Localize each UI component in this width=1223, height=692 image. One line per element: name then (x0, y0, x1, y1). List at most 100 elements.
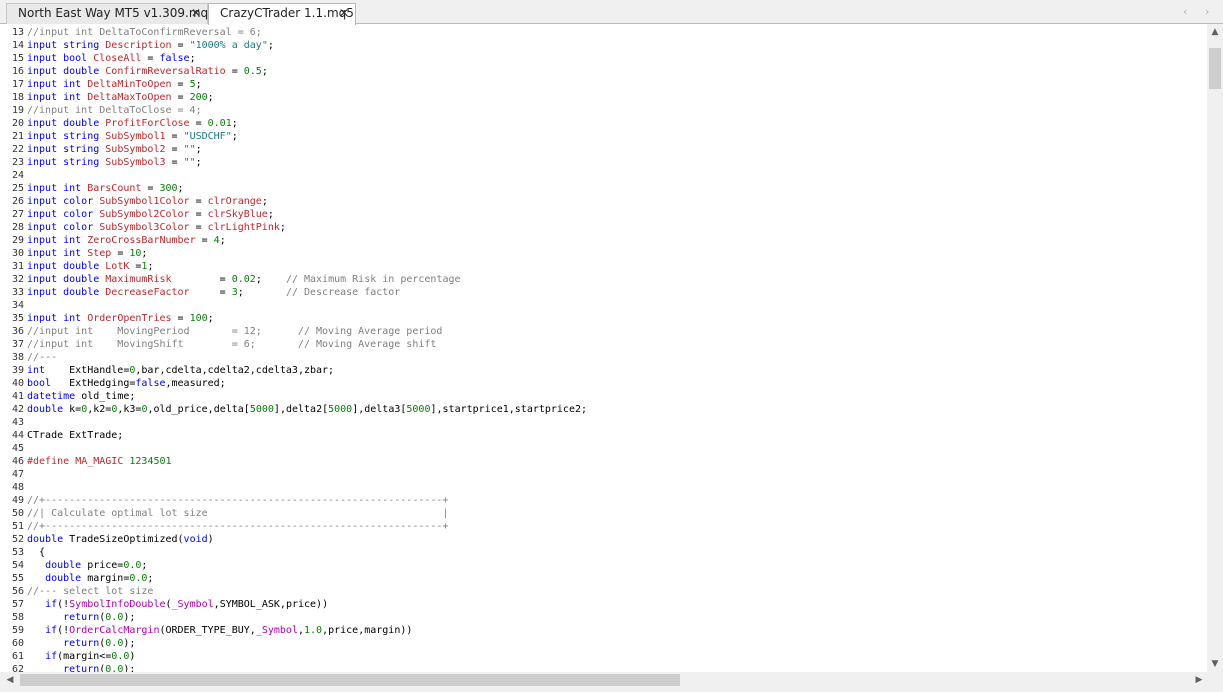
close-icon[interactable]: ✕ (339, 4, 349, 23)
code-token: "1000% a day" (189, 40, 268, 51)
code-token: = (189, 196, 208, 207)
code-line[interactable]: 36//input int MovingPeriod = 12; // Movi… (0, 325, 1207, 338)
code-line[interactable]: 50//| Calculate optimal lot size | (0, 507, 1207, 520)
tab-scroll-right-icon[interactable]: › (1205, 5, 1209, 18)
code-line[interactable]: 62 return(0.0); (0, 663, 1207, 672)
scroll-up-icon[interactable]: ▲ (1207, 25, 1223, 39)
code-line[interactable]: 23 input string SubSymbol3 = ""; (0, 156, 1207, 169)
line-code: return(0.0); (27, 611, 135, 624)
code-line[interactable]: 14 input string Description = "1000% a da… (0, 39, 1207, 52)
code-line[interactable]: 32 input double MaximumRisk = 0.02; // Ma… (0, 273, 1207, 286)
code-line[interactable]: 55 double margin=0.0; (0, 572, 1207, 585)
code-line[interactable]: 17 input int DeltaMinToOpen = 5; (0, 78, 1207, 91)
code-token: k= (63, 404, 82, 415)
code-line[interactable]: 19//input int DeltaToClose = 4; (0, 104, 1207, 117)
code-line[interactable]: 39 int ExtHandle=0,bar,cdelta,cdelta2,cde… (0, 364, 1207, 377)
code-token: ExtHedging= (51, 378, 136, 389)
code-line[interactable]: 22 input string SubSymbol2 = ""; (0, 143, 1207, 156)
code-line[interactable]: 40 bool ExtHedging=false,measured; (0, 377, 1207, 390)
code-line[interactable]: 47 (0, 468, 1207, 481)
horizontal-scroll-thumb[interactable] (20, 674, 680, 686)
code-line[interactable]: 60 return(0.0); (0, 637, 1207, 650)
close-icon[interactable]: ✕ (191, 4, 201, 23)
code-line[interactable]: 38//--- (0, 351, 1207, 364)
tab-north-east-way[interactable]: North East Way MT5 v1.309.mq5 ✕ (6, 3, 216, 24)
code-line[interactable]: 20 input double ProfitForClose = 0.01; (0, 117, 1207, 130)
code-line[interactable]: 51//+-----------------------------------… (0, 520, 1207, 533)
code-token: double (45, 573, 82, 584)
code-line[interactable]: 18 input int DeltaMaxToOpen = 200; (0, 91, 1207, 104)
code-line[interactable]: 56//--- select lot size (0, 585, 1207, 598)
code-token: clrOrange (207, 196, 262, 207)
code-line[interactable]: 58 return(0.0); (0, 611, 1207, 624)
code-line[interactable]: 52 double TradeSizeOptimized(void) (0, 533, 1207, 546)
code-line[interactable]: 27 input color SubSymbol2Color = clrSkyBl… (0, 208, 1207, 221)
code-line[interactable]: 31 input double LotK =1; (0, 260, 1207, 273)
code-line[interactable]: 35 input int OrderOpenTries = 100; (0, 312, 1207, 325)
code-line[interactable]: 45 (0, 442, 1207, 455)
scroll-left-icon[interactable]: ◀ (2, 673, 18, 687)
code-line[interactable]: 34 (0, 299, 1207, 312)
line-number: 46 (11, 456, 24, 467)
line-code: //+-------------------------------------… (27, 520, 448, 533)
code-line[interactable]: 48 (0, 481, 1207, 494)
code-line[interactable]: 43 (0, 416, 1207, 429)
code-line[interactable]: 15 input bool CloseAll = false; (0, 52, 1207, 65)
code-token: = (195, 235, 214, 246)
line-number: 32 (11, 274, 24, 285)
line-code: double TradeSizeOptimized(void) (27, 533, 214, 546)
code-line[interactable]: 61 if(margin<=0.0) (0, 650, 1207, 663)
code-line[interactable]: 49//+-----------------------------------… (0, 494, 1207, 507)
code-line[interactable]: 57 if(!SymbolInfoDouble(_Symbol,SYMBOL_A… (0, 598, 1207, 611)
line-code: input int BarsCount = 300; (27, 182, 184, 195)
code-token: 10 (129, 248, 142, 259)
vertical-scrollbar[interactable] (1207, 24, 1223, 672)
code-line[interactable]: 33 input double DecreaseFactor = 3; // De… (0, 286, 1207, 299)
code-line[interactable]: 42 double k=0,k2=0,k3=0,old_price,delta[5… (0, 403, 1207, 416)
code-token: ; (147, 573, 154, 584)
code-token: = (171, 92, 190, 103)
scroll-right-icon[interactable]: ▶ (1191, 673, 1207, 687)
code-line[interactable]: 21 input string SubSymbol1 = "USDCHF"; (0, 130, 1207, 143)
code-line[interactable]: 37//input int MovingShift = 6; // Moving… (0, 338, 1207, 351)
code-token: (! (57, 625, 70, 636)
code-token: 0.02 (231, 274, 256, 285)
code-line[interactable]: 28 input color SubSymbol3Color = clrLight… (0, 221, 1207, 234)
code-line[interactable]: 54 double price=0.0; (0, 559, 1207, 572)
line-number: 58 (11, 612, 24, 623)
code-line[interactable]: 41 datetime old_time; (0, 390, 1207, 403)
tab-scroll-left-icon[interactable]: ‹ (1183, 5, 1187, 18)
code-line[interactable]: 44 CTrade ExtTrade; (0, 429, 1207, 442)
code-token: SubSymbol3Color (99, 222, 190, 233)
line-code: //| Calculate optimal lot size | (27, 507, 448, 520)
code-token: double (27, 404, 64, 415)
scroll-down-icon[interactable]: ▼ (1207, 657, 1223, 671)
code-line[interactable]: 53 { (0, 546, 1207, 559)
tab-crazyctrader[interactable]: CrazyCTrader 1.1.mq5 ✕ (208, 3, 356, 25)
code-token: ,price,margin)) (322, 625, 413, 636)
code-token: input int (27, 248, 88, 259)
code-line[interactable]: 30 input int Step = 10; (0, 247, 1207, 260)
vertical-scroll-thumb[interactable] (1209, 48, 1221, 89)
line-code: input string SubSymbol1 = "USDCHF"; (27, 130, 238, 143)
code-token: { (27, 547, 46, 558)
code-line[interactable]: 59 if(!OrderCalcMargin(ORDER_TYPE_BUY,_S… (0, 624, 1207, 637)
line-number: 59 (11, 625, 24, 636)
code-token: ); (123, 664, 136, 672)
code-line[interactable]: 24 (0, 169, 1207, 182)
code-line[interactable]: 46 #define MA_MAGIC 1234501 (0, 455, 1207, 468)
line-number: 20 (11, 118, 24, 129)
code-line[interactable]: 13//input int DeltaToConfirmReversal = 6… (0, 26, 1207, 39)
line-number: 28 (11, 222, 24, 233)
code-token: = (171, 313, 190, 324)
code-token: input double (27, 118, 106, 129)
code-token: OrderCalcMargin (69, 625, 160, 636)
code-line[interactable]: 25 input int BarsCount = 300; (0, 182, 1207, 195)
code-editor[interactable]: 13//input int DeltaToConfirmReversal = 6… (0, 24, 1207, 672)
code-token: Description (105, 40, 172, 51)
code-token: ); (123, 612, 136, 623)
code-line[interactable]: 29 input int ZeroCrossBarNumber = 4; (0, 234, 1207, 247)
code-line[interactable]: 16 input double ConfirmReversalRatio = 0.… (0, 65, 1207, 78)
code-line[interactable]: 26 input color SubSymbol1Color = clrOrang… (0, 195, 1207, 208)
